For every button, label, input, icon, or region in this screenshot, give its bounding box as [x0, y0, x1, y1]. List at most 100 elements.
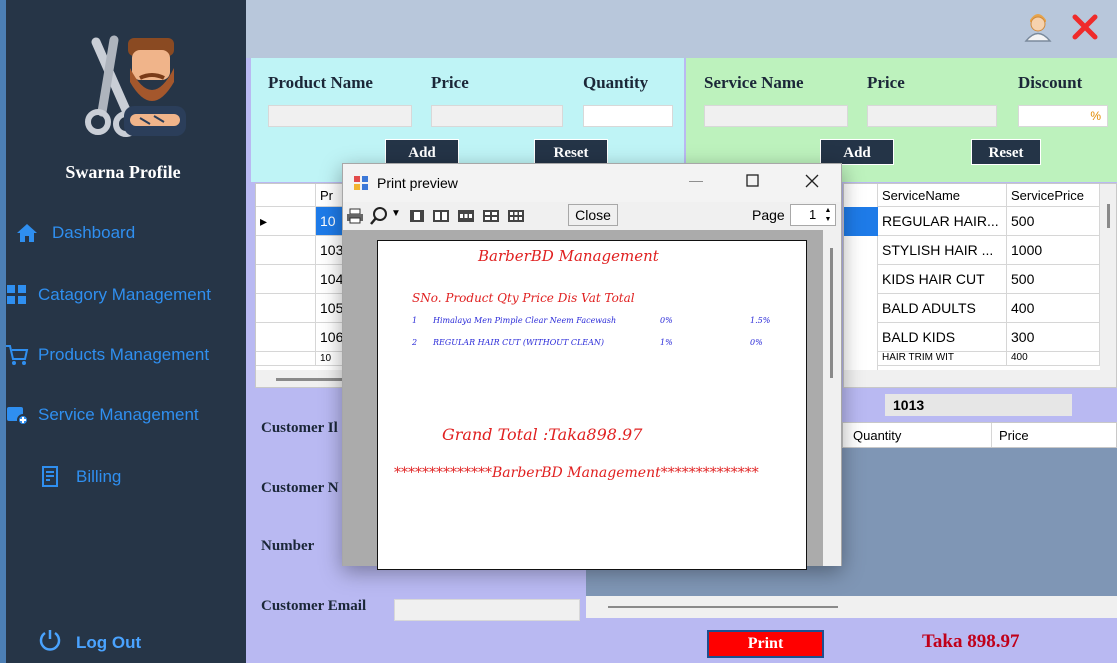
product-quantity-input[interactable] — [583, 105, 673, 127]
service-reset-button[interactable]: Reset — [971, 139, 1041, 165]
top-bar — [246, 0, 1117, 58]
logout-label: Log Out — [76, 632, 142, 652]
preview-page: BarberBD Management SNo. Product Qty Pri… — [377, 240, 807, 570]
barber-logo — [80, 32, 190, 142]
row-selector[interactable] — [256, 265, 316, 294]
nav-products-management[interactable]: Products Management — [4, 338, 234, 372]
table-cell[interactable]: BALD ADULTS — [878, 294, 1007, 323]
page-number-value: 1 — [809, 207, 817, 222]
service-discount-input[interactable]: % — [1018, 105, 1108, 127]
doc-columns-line: SNo. Product Qty Price Dis Vat Total — [412, 291, 635, 305]
nav-dashboard-label: Dashboard — [52, 223, 136, 242]
zoom-dropdown-arrow-icon[interactable]: ▼ — [391, 208, 401, 219]
table-cell[interactable]: 500 — [1007, 265, 1100, 294]
doc-grand-total: Grand Total :Taka898.97 — [442, 425, 643, 444]
customer-email-input[interactable] — [394, 599, 580, 621]
product-quantity-label: Quantity — [583, 73, 649, 92]
service-price-input[interactable] — [867, 105, 997, 127]
preview-page-area: BarberBD Management SNo. Product Qty Pri… — [343, 230, 823, 570]
service-name-input[interactable] — [704, 105, 848, 127]
zoom-icon[interactable] — [369, 206, 389, 226]
product-name-input[interactable] — [268, 105, 412, 127]
table-cell[interactable]: 400 — [1007, 352, 1100, 366]
doc-footer: **************BarberBD Management*******… — [394, 465, 759, 481]
vertical-scrollbar[interactable] — [1100, 184, 1116, 370]
minimize-icon[interactable]: — — [689, 172, 703, 188]
doc-item-dis: 1% — [660, 338, 673, 347]
table-cell[interactable]: 400 — [1007, 294, 1100, 323]
doc-item-text: REGULAR HAIR CUT (WITHOUT CLEAN) — [433, 338, 605, 347]
doc-item-vat: 1.5% — [750, 316, 771, 325]
nav-service-management[interactable]: Service Management — [4, 398, 234, 432]
two-pages-icon[interactable] — [431, 206, 451, 226]
row-selector[interactable] — [256, 236, 316, 265]
bill-price-header: Price — [999, 428, 1029, 443]
nav-category-management[interactable]: Catagory Management — [4, 278, 234, 312]
maximize-icon[interactable] — [746, 174, 760, 193]
four-pages-icon[interactable] — [481, 206, 501, 226]
three-pages-icon[interactable] — [456, 206, 476, 226]
sidebar: Swarna Profile Dashboard Catagory Manage… — [0, 0, 246, 663]
bill-horizontal-scrollbar[interactable] — [586, 596, 1117, 618]
six-pages-icon[interactable] — [506, 206, 526, 226]
preview-vertical-scrollbar[interactable] — [823, 230, 841, 566]
table-cell[interactable]: REGULAR HAIR... — [878, 207, 1007, 236]
dialog-title: Print preview — [377, 175, 458, 191]
number-label: Number — [261, 538, 315, 554]
home-icon — [14, 220, 40, 246]
print-button[interactable]: Print — [707, 630, 824, 658]
doc-item-vat: 0% — [750, 338, 763, 347]
selected-row-highlight — [844, 207, 878, 236]
category-icon — [4, 282, 30, 308]
close-app-icon[interactable] — [1072, 14, 1098, 45]
horizontal-scrollbar[interactable] — [844, 370, 1116, 387]
page-label: Page — [752, 207, 785, 223]
nav-billing[interactable]: Billing — [38, 460, 268, 494]
product-reset-button[interactable]: Reset — [534, 139, 608, 165]
spinner-arrows-icon[interactable]: ▲ ▼ — [822, 206, 834, 224]
table-cell[interactable]: 1000 — [1007, 236, 1100, 265]
bill-grid-header: Quantity Price — [842, 422, 1117, 448]
row-selector[interactable] — [256, 323, 316, 352]
table-cell[interactable]: 300 — [1007, 323, 1100, 352]
table-cell[interactable]: HAIR TRIM WIT — [878, 352, 1007, 366]
preview-close-button[interactable]: Close — [568, 204, 618, 226]
nav-service-label: Service Management — [38, 405, 199, 424]
row-selector[interactable] — [256, 352, 316, 366]
product-add-button[interactable]: Add — [385, 139, 459, 165]
print-preview-icon — [353, 175, 369, 196]
horizontal-scrollbar[interactable] — [256, 370, 354, 387]
percent-suffix: % — [1090, 109, 1101, 123]
grid-row-header-cell — [256, 184, 316, 207]
one-page-icon[interactable] — [407, 206, 427, 226]
table-cell[interactable]: STYLISH HAIR ... — [878, 236, 1007, 265]
table-cell[interactable]: BALD KIDS — [878, 323, 1007, 352]
customer-name-label: Customer N — [261, 480, 339, 496]
service-add-button[interactable]: Add — [820, 139, 894, 165]
product-price-label: Price — [431, 73, 469, 92]
service-grid[interactable]: ServiceName ServicePrice REGULAR HAIR...… — [843, 183, 1117, 388]
preview-toolbar: ▼ Close Page 1 ▲ ▼ — [343, 202, 841, 230]
table-cell[interactable]: 500 — [1007, 207, 1100, 236]
customer-id-label: Customer Il — [261, 420, 338, 436]
page-number-spinner[interactable]: 1 ▲ ▼ — [790, 204, 836, 226]
dialog-title-bar[interactable]: Print preview — — [343, 164, 841, 202]
service-name-header: ServiceName — [878, 184, 1007, 207]
total-amount: Taka 898.97 — [922, 631, 1020, 652]
row-selector[interactable] — [256, 294, 316, 323]
nav-dashboard[interactable]: Dashboard — [14, 216, 244, 250]
doc-item-sno: 2 — [412, 338, 418, 347]
customer-email-label: Customer Email — [261, 598, 367, 614]
close-icon[interactable] — [805, 174, 819, 193]
doc-title: BarberBD Management — [478, 247, 659, 265]
product-price-input[interactable] — [431, 105, 563, 127]
row-selector[interactable]: ▸ — [256, 207, 316, 236]
service-discount-label: Discount — [1018, 73, 1083, 92]
printer-icon[interactable] — [345, 206, 365, 226]
user-avatar-icon[interactable] — [1024, 10, 1052, 47]
service-price-label: Price — [867, 73, 905, 92]
table-cell[interactable]: KIDS HAIR CUT — [878, 265, 1007, 294]
bill-id-field[interactable]: 1013 — [885, 394, 1072, 416]
logout-button[interactable]: Log Out — [38, 628, 141, 657]
product-grid[interactable]: Pr ▸ 10 103 104 105 106 10 — [255, 183, 355, 388]
